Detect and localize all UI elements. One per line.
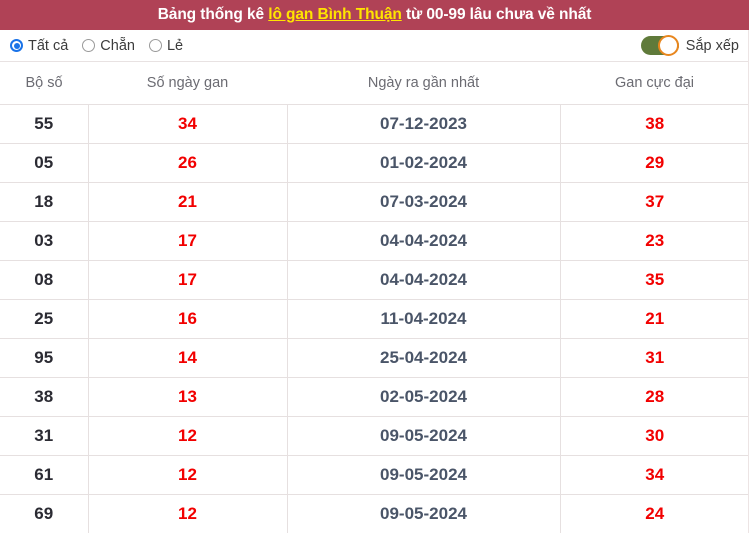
cell-gan-cuc-dai: 21: [560, 299, 749, 339]
cell-bo-so: 08: [0, 260, 89, 300]
table-row[interactable]: 69 12 09-05-2024 24: [0, 494, 749, 533]
cell-gan-cuc-dai: 28: [560, 377, 749, 417]
cell-so-ngay-gan: 13: [88, 377, 288, 417]
cell-ngay-ra-gan-nhat: 04-04-2024: [287, 221, 561, 261]
cell-bo-so: 95: [0, 338, 89, 378]
radio-option-even[interactable]: Chẵn: [82, 38, 135, 54]
cell-so-ngay-gan: 34: [88, 104, 288, 144]
table-row[interactable]: 55 34 07-12-2023 38: [0, 104, 749, 144]
cell-gan-cuc-dai: 34: [560, 455, 749, 495]
filter-controls-bar: Tất cả Chẵn Lẻ Sắp xếp: [0, 30, 749, 62]
lottery-gan-statistics-page: Bảng thống kê lô gan Bình Thuận từ 00-99…: [0, 0, 749, 533]
cell-gan-cuc-dai: 31: [560, 338, 749, 378]
cell-ngay-ra-gan-nhat: 09-05-2024: [287, 494, 561, 533]
table-row[interactable]: 03 17 04-04-2024 23: [0, 221, 749, 261]
cell-bo-so: 55: [0, 104, 89, 144]
radio-option-all[interactable]: Tất cả: [10, 38, 68, 54]
table-row[interactable]: 31 12 09-05-2024 30: [0, 416, 749, 456]
parity-filter-radio-group: Tất cả Chẵn Lẻ: [10, 38, 183, 54]
column-header-gan-cuc-dai[interactable]: Gan cực đại: [560, 62, 749, 105]
sort-toggle-group[interactable]: Sắp xếp: [640, 35, 739, 56]
page-title-link[interactable]: lô gan Bình Thuận: [268, 6, 402, 23]
cell-ngay-ra-gan-nhat: 01-02-2024: [287, 143, 561, 183]
column-header-ngay-ra-gan-nhat[interactable]: Ngày ra gần nhất: [287, 62, 560, 105]
cell-bo-so: 38: [0, 377, 89, 417]
page-title: Bảng thống kê lô gan Bình Thuận từ 00-99…: [158, 6, 592, 24]
table-body: 55 34 07-12-2023 38 05 26 01-02-2024 29 18 21 07-0…: [0, 104, 749, 533]
table-row[interactable]: 95 14 25-04-2024 31: [0, 338, 749, 378]
cell-bo-so: 25: [0, 299, 89, 339]
cell-bo-so: 69: [0, 494, 89, 533]
table-row[interactable]: 08 17 04-04-2024 35: [0, 260, 749, 300]
cell-bo-so: 05: [0, 143, 89, 183]
cell-gan-cuc-dai: 35: [560, 260, 749, 300]
cell-ngay-ra-gan-nhat: 11-04-2024: [287, 299, 561, 339]
table-header-row: Bộ số Số ngày gan Ngày ra gần nhất Gan c…: [0, 62, 749, 105]
cell-gan-cuc-dai: 37: [560, 182, 749, 222]
cell-so-ngay-gan: 17: [88, 260, 288, 300]
cell-gan-cuc-dai: 38: [560, 104, 749, 144]
sort-toggle-switch[interactable]: [640, 35, 679, 56]
cell-ngay-ra-gan-nhat: 09-05-2024: [287, 455, 561, 495]
table-row[interactable]: 25 16 11-04-2024 21: [0, 299, 749, 339]
page-title-prefix: Bảng thống kê: [157, 6, 269, 23]
cell-so-ngay-gan: 17: [88, 221, 288, 261]
radio-icon-all[interactable]: [10, 39, 23, 52]
toggle-knob-icon: [657, 35, 679, 56]
radio-icon-odd[interactable]: [148, 39, 162, 52]
cell-ngay-ra-gan-nhat: 07-03-2024: [287, 182, 561, 222]
cell-ngay-ra-gan-nhat: 07-12-2023: [287, 104, 561, 144]
radio-label-odd: Lẻ: [166, 37, 184, 54]
cell-so-ngay-gan: 12: [88, 416, 288, 456]
sort-toggle-label: Sắp xếp: [685, 37, 739, 54]
gan-statistics-table: Bộ số Số ngày gan Ngày ra gần nhất Gan c…: [0, 62, 749, 533]
cell-so-ngay-gan: 14: [88, 338, 288, 378]
cell-ngay-ra-gan-nhat: 04-04-2024: [287, 260, 561, 300]
cell-gan-cuc-dai: 23: [560, 221, 749, 261]
radio-label-even: Chẵn: [100, 37, 135, 54]
cell-so-ngay-gan: 21: [88, 182, 288, 222]
cell-ngay-ra-gan-nhat: 02-05-2024: [287, 377, 561, 417]
radio-label-all: Tất cả: [28, 37, 69, 54]
page-title-suffix: từ 00-99 lâu chưa về nhất: [401, 6, 592, 23]
cell-ngay-ra-gan-nhat: 25-04-2024: [287, 338, 561, 378]
cell-bo-so: 18: [0, 182, 89, 222]
cell-gan-cuc-dai: 29: [560, 143, 749, 183]
column-header-bo-so[interactable]: Bộ số: [0, 62, 88, 105]
table-row[interactable]: 05 26 01-02-2024 29: [0, 143, 749, 183]
table-row[interactable]: 61 12 09-05-2024 34: [0, 455, 749, 495]
cell-bo-so: 31: [0, 416, 89, 456]
cell-ngay-ra-gan-nhat: 09-05-2024: [287, 416, 561, 456]
cell-so-ngay-gan: 16: [88, 299, 288, 339]
cell-so-ngay-gan: 12: [88, 494, 288, 533]
table-header: Bộ số Số ngày gan Ngày ra gần nhất Gan c…: [0, 62, 749, 105]
cell-so-ngay-gan: 26: [88, 143, 288, 183]
cell-bo-so: 61: [0, 455, 89, 495]
radio-option-odd[interactable]: Lẻ: [148, 37, 184, 54]
cell-bo-so: 03: [0, 221, 89, 261]
table-row[interactable]: 38 13 02-05-2024 28: [0, 377, 749, 417]
cell-so-ngay-gan: 12: [88, 455, 288, 495]
page-title-bar: Bảng thống kê lô gan Bình Thuận từ 00-99…: [0, 0, 749, 30]
column-header-so-ngay-gan[interactable]: Số ngày gan: [88, 62, 287, 105]
cell-gan-cuc-dai: 30: [560, 416, 749, 456]
table-row[interactable]: 18 21 07-03-2024 37: [0, 182, 749, 222]
cell-gan-cuc-dai: 24: [560, 494, 749, 533]
radio-icon-even[interactable]: [82, 39, 96, 52]
